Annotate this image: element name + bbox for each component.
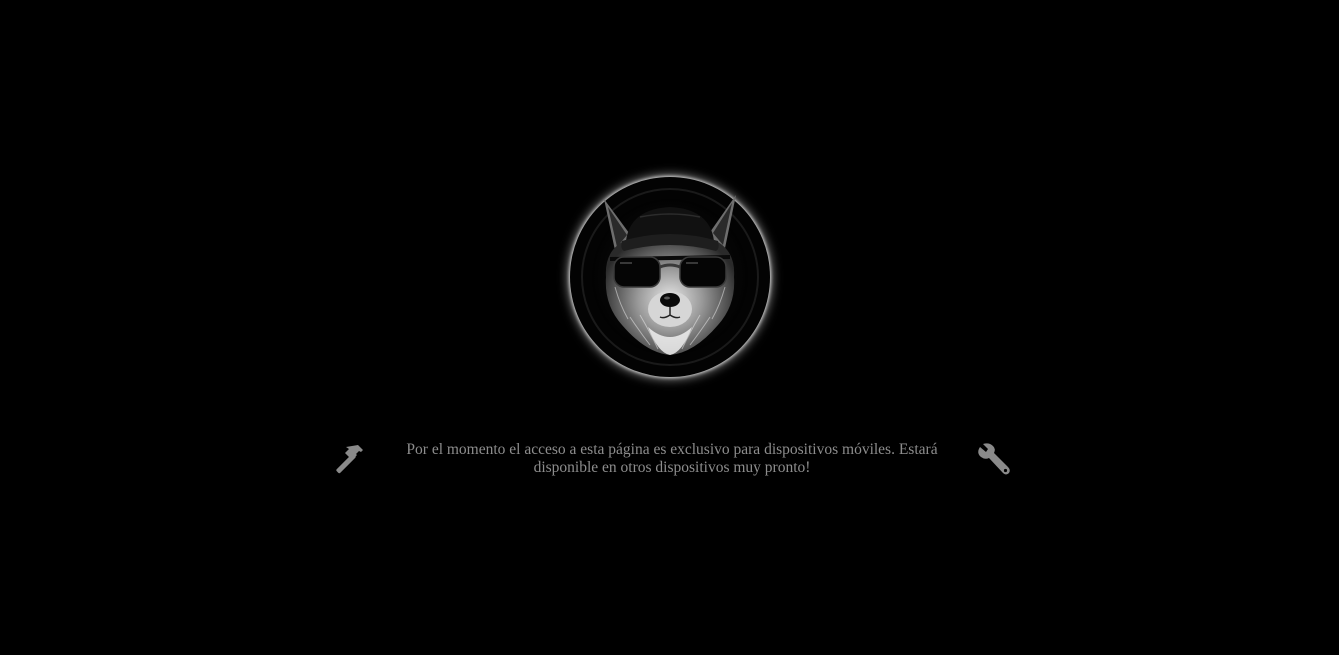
notice-message: Por el momento el acceso a esta página e… (406, 441, 938, 476)
brand-logo (570, 177, 770, 377)
wrench-icon (974, 442, 1014, 480)
mobile-only-notice: Por el momento el acceso a esta página e… (326, 440, 1016, 480)
raccoon-logo-icon (581, 188, 759, 366)
hammer-icon (328, 442, 368, 480)
